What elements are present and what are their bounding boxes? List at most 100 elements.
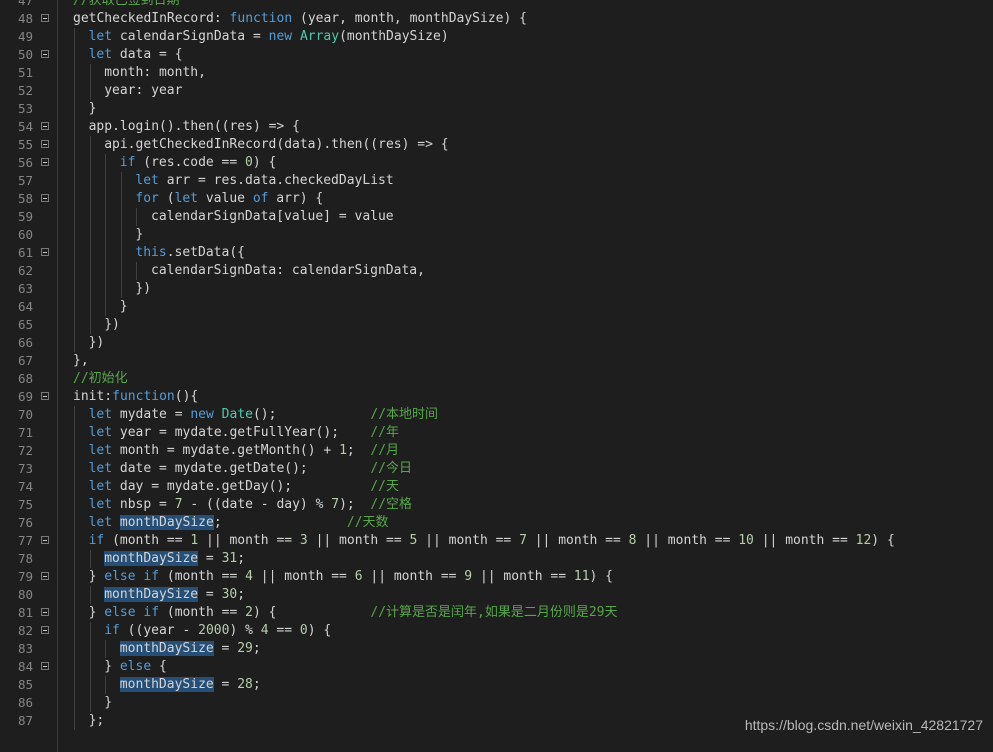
code-line[interactable]: 74 let day = mydate.getDay(); //天 — [0, 478, 993, 496]
code-line[interactable]: 51 month: month, — [0, 64, 993, 82]
code-line[interactable]: 62 calendarSignData: calendarSignData, — [0, 262, 993, 280]
line-number: 69 — [17, 389, 33, 404]
code-line[interactable]: 52 year: year — [0, 82, 993, 100]
code-line[interactable]: 80 monthDaySize = 30; — [0, 586, 993, 604]
line-number: 77 — [17, 533, 33, 548]
fold-toggle-icon[interactable] — [41, 122, 49, 130]
line-number: 79 — [17, 569, 33, 584]
code-token: 29 — [237, 641, 253, 656]
code-line[interactable]: 86} — [0, 694, 993, 712]
code-line[interactable]: 67}, — [0, 352, 993, 370]
code-token: calendarSignData = — [112, 29, 269, 44]
code-line[interactable]: 71 let year = mydate.getFullYear(); //年 — [0, 424, 993, 442]
code-token: 31 — [221, 551, 238, 566]
code-text: let month = mydate.getMonth() + 1; //月 — [89, 442, 399, 460]
fold-toggle-icon[interactable] — [41, 158, 49, 166]
code-line[interactable]: 66}) — [0, 334, 993, 352]
code-token: app.login().then((res) => { — [88, 119, 300, 134]
code-line[interactable]: 58 for (let value of arr) { — [0, 190, 993, 208]
code-token: else — [119, 659, 152, 674]
code-line[interactable]: 76 let monthDaySize; //天数 — [0, 514, 993, 532]
code-line[interactable]: 61 this.setData({ — [0, 244, 993, 262]
code-line[interactable]: 60} — [0, 226, 993, 244]
code-editor[interactable]: 47//获取已签到日期 48 getCheckedInRecord: functio… — [0, 0, 993, 752]
fold-toggle-icon[interactable] — [41, 572, 49, 580]
line-number: 71 — [17, 425, 33, 440]
code-token: = — [213, 641, 238, 656]
code-line[interactable]: 57 let arr = res.data.checkedDayList — [0, 172, 993, 190]
code-line[interactable]: 48 getCheckedInRecord: function (year, mo… — [0, 10, 993, 28]
code-token: 11 — [573, 569, 590, 584]
fold-toggle-icon[interactable] — [41, 14, 49, 22]
code-text: }) — [104, 316, 120, 334]
code-token: monthDaySize — [119, 677, 214, 692]
code-line[interactable]: 55 api.getCheckedInRecord(data).then((res… — [0, 136, 993, 154]
line-number: 75 — [17, 497, 33, 512]
fold-toggle-icon[interactable] — [41, 140, 49, 148]
fold-toggle-icon[interactable] — [41, 608, 49, 616]
indent-guide — [89, 136, 91, 154]
indent-guide — [105, 262, 107, 280]
line-number: 63 — [17, 281, 33, 296]
code-token: of — [252, 191, 269, 206]
code-line[interactable]: 68 //初始化 — [0, 370, 993, 388]
code-token: //天 — [370, 479, 400, 494]
code-token: let — [88, 443, 113, 458]
code-token: || month == — [636, 533, 739, 548]
indent-guide — [74, 550, 75, 568]
fold-toggle-icon[interactable] — [41, 392, 49, 400]
line-number: 61 — [17, 245, 33, 260]
code-line[interactable]: 84} else { — [0, 658, 993, 676]
code-token: let — [88, 479, 113, 494]
code-line[interactable]: 65}) — [0, 316, 993, 334]
code-text: } else if (month == 4 || month == 6 || m… — [89, 568, 613, 586]
code-line[interactable]: 54 app.login().then((res) => { — [0, 118, 993, 136]
indent-guide — [120, 280, 122, 298]
code-line[interactable]: 82 if ((year - 2000) % 4 == 0) { — [0, 622, 993, 640]
indent-guide — [74, 640, 75, 658]
code-text: monthDaySize = 28; — [119, 676, 261, 694]
code-token: 4 — [245, 569, 253, 584]
line-number: 86 — [17, 695, 33, 710]
code-line[interactable]: 73 let date = mydate.getDate(); //今日 — [0, 460, 993, 478]
code-line[interactable]: 50 let data = { — [0, 46, 993, 64]
code-line[interactable]: 77 if (month == 1 || month == 3 || month … — [0, 532, 993, 550]
code-line[interactable]: 83 monthDaySize = 29; — [0, 640, 993, 658]
fold-toggle-icon[interactable] — [41, 194, 49, 202]
code-token: if — [143, 569, 160, 584]
code-line[interactable]: 81} else if (month == 2) { //计算是否是闰年,如果是… — [0, 604, 993, 622]
indent-guide — [105, 640, 107, 658]
code-token: for — [135, 191, 159, 206]
code-line[interactable]: 69 init:function(){ — [0, 388, 993, 406]
fold-toggle-icon[interactable] — [41, 248, 49, 256]
line-number: 47 — [17, 0, 33, 8]
indent-guide — [74, 316, 75, 334]
indent-guide — [74, 694, 75, 712]
code-token: ) { — [589, 569, 614, 584]
code-line[interactable]: 75 let nbsp = 7 - ((date - day) % 7); //空… — [0, 496, 993, 514]
code-line[interactable]: 78 monthDaySize = 31; — [0, 550, 993, 568]
code-line[interactable]: 47 //获取已签到日期 — [0, 0, 993, 10]
fold-toggle-icon[interactable] — [41, 50, 49, 58]
fold-toggle-icon[interactable] — [41, 626, 49, 634]
code-line[interactable]: 64} — [0, 298, 993, 316]
code-token: getCheckedInRecord: — [73, 11, 230, 26]
code-text: for (let value of arr) { — [135, 190, 323, 208]
code-line[interactable]: 53} — [0, 100, 993, 118]
fold-toggle-icon[interactable] — [41, 536, 49, 544]
code-text: calendarSignData: calendarSignData, — [151, 262, 425, 280]
code-line[interactable]: 70 let mydate = new Date(); //本地时间 — [0, 406, 993, 424]
indent-guide — [74, 460, 75, 478]
code-line[interactable]: 49 let calendarSignData = new Array(month… — [0, 28, 993, 46]
indent-guide — [89, 676, 91, 694]
code-text: year: year — [104, 82, 182, 100]
code-line[interactable]: 72 let month = mydate.getMonth() + 1; //月 — [0, 442, 993, 460]
code-line[interactable]: 59 calendarSignData[value] = value — [0, 208, 993, 226]
fold-toggle-icon[interactable] — [41, 662, 49, 670]
code-line[interactable]: 63}) — [0, 280, 993, 298]
code-line[interactable]: 56 if (res.code == 0) { — [0, 154, 993, 172]
code-line[interactable]: 85 monthDaySize = 28; — [0, 676, 993, 694]
code-token: || month == — [753, 533, 856, 548]
indent-guide — [89, 298, 91, 316]
code-line[interactable]: 79 } else if (month == 4 || month == 6 ||… — [0, 568, 993, 586]
